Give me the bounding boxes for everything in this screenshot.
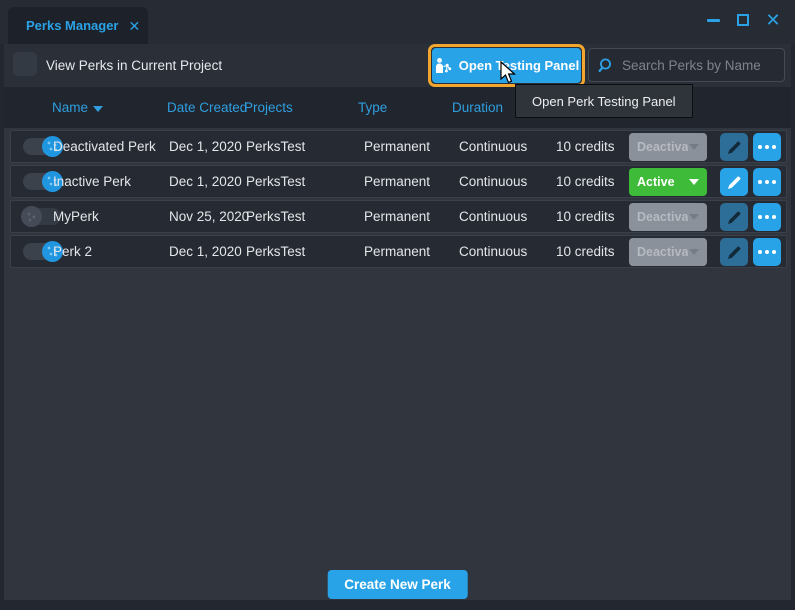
chevron-down-icon [689,249,699,255]
perk-name-cell: Perk 2 [53,236,92,267]
perk-cost-cell: 10 credits [556,166,615,197]
create-new-perk-button[interactable]: Create New Perk [327,570,468,599]
ellipsis-icon [758,145,762,149]
maximize-button[interactable] [735,12,751,28]
more-options-button[interactable] [753,203,781,231]
perk-status-dropdown[interactable]: Deactiva [629,203,707,231]
perk-type-cell: Permanent [364,236,430,267]
search-box [588,48,785,82]
column-header-projects[interactable]: Projects [244,87,293,128]
search-input[interactable] [622,58,772,73]
pencil-icon [727,140,742,155]
perk-duration-cell: Continuous [459,236,527,267]
open-testing-panel-label: Open Testing Panel [459,58,579,73]
tooltip: Open Perk Testing Panel [515,84,693,118]
pencil-icon [727,210,742,225]
ellipsis-icon [758,180,762,184]
perk-type-cell: Permanent [364,166,430,197]
edit-perk-button[interactable] [720,203,748,231]
perk-row: Deactivated Perk Dec 1, 2020 PerksTest P… [10,130,787,163]
column-header-duration[interactable]: Duration [452,87,503,128]
perk-status-dropdown[interactable]: Deactiva [629,238,707,266]
view-perks-checkbox[interactable] [13,52,37,76]
perks-manager-window: Deactivated Perk Dec 1, 2020 PerksTest P… [0,0,795,610]
edit-perk-button[interactable] [720,238,748,266]
chevron-down-icon [689,179,699,185]
perk-project-cell: PerksTest [246,236,305,267]
chevron-down-icon [689,214,699,220]
tab-title: Perks Manager [26,18,119,33]
perk-row: MyPerk Nov 25, 2020 PerksTest Permanent … [10,200,787,233]
toggle-knob-globe-icon [21,206,42,227]
perk-row: Perk 2 Dec 1, 2020 PerksTest Permanent C… [10,235,787,268]
perk-type-cell: Permanent [364,131,430,162]
edit-perk-button[interactable] [720,133,748,161]
toolbar: View Perks in Current Project Open Testi… [0,44,795,87]
window-frame-bottom [0,600,795,610]
perk-duration-cell: Continuous [459,201,527,232]
perk-date-cell: Dec 1, 2020 [169,166,242,197]
tooltip-text: Open Perk Testing Panel [532,94,676,109]
pencil-icon [727,175,742,190]
sort-desc-icon [93,106,103,112]
window-controls: ✕ [705,12,781,28]
perk-row: Inactive Perk Dec 1, 2020 PerksTest Perm… [10,165,787,198]
title-bar: Perks Manager ✕ ✕ [0,0,795,44]
perk-status-dropdown[interactable]: Deactiva [629,133,707,161]
column-header-name[interactable]: Name [52,87,103,128]
perk-project-cell: PerksTest [246,131,305,162]
perk-date-cell: Dec 1, 2020 [169,236,242,267]
perk-date-cell: Dec 1, 2020 [169,131,242,162]
perk-name-cell: MyPerk [53,201,99,232]
more-options-button[interactable] [753,168,781,196]
perk-cost-cell: 10 credits [556,236,615,267]
mouse-cursor [500,61,517,85]
view-perks-checkbox-label: View Perks in Current Project [46,44,222,87]
pencil-icon [727,245,742,260]
perk-name-cell: Inactive Perk [53,166,131,197]
perk-cost-cell: 10 credits [556,201,615,232]
window-frame-left [0,44,4,610]
perk-cost-cell: 10 credits [556,131,615,162]
tab-close-icon[interactable]: ✕ [129,19,141,33]
perk-status-dropdown[interactable]: Active [629,168,707,196]
perk-type-cell: Permanent [364,201,430,232]
perk-duration-cell: Continuous [459,166,527,197]
ellipsis-icon [758,215,762,219]
edit-perk-button[interactable] [720,168,748,196]
chevron-down-icon [689,144,699,150]
perk-name-cell: Deactivated Perk [53,131,156,162]
perk-project-cell: PerksTest [246,166,305,197]
search-icon [598,57,615,74]
close-button[interactable]: ✕ [765,12,781,28]
perk-duration-cell: Continuous [459,131,527,162]
more-options-button[interactable] [753,133,781,161]
testing-panel-icon [434,57,452,75]
perk-project-cell: PerksTest [246,201,305,232]
minimize-button[interactable] [705,12,721,28]
window-frame-right [791,44,795,610]
ellipsis-icon [758,250,762,254]
tab-perks-manager[interactable]: Perks Manager ✕ [8,7,148,44]
more-options-button[interactable] [753,238,781,266]
column-header-type[interactable]: Type [358,87,387,128]
perk-date-cell: Nov 25, 2020 [169,201,249,232]
column-header-date-created[interactable]: Date Created [167,87,247,128]
